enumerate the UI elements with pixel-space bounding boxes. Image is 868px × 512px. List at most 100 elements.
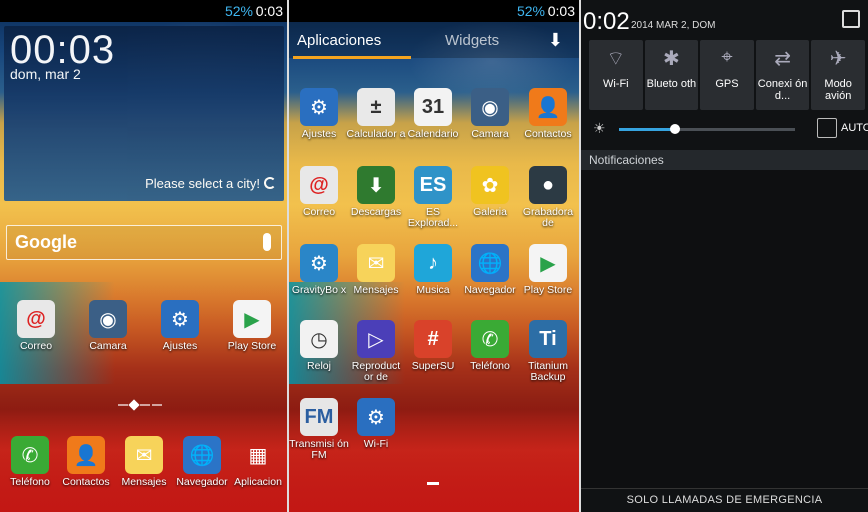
status-clock: 0:03 xyxy=(547,3,575,19)
app-label: Reproduct or de xyxy=(351,360,401,383)
app-transmisi-n-fm[interactable]: FM Transmisi ón FM xyxy=(289,398,349,461)
quick-toggle-data-connection[interactable]: ⇄ Conexi ón d... xyxy=(755,40,810,110)
app-titanium-backup[interactable]: Ti Titanium Backup xyxy=(518,320,578,383)
app-label: GravityBo x xyxy=(291,284,347,296)
app-label: Ajustes xyxy=(162,340,198,352)
app-camara[interactable]: ◉ Camara xyxy=(460,88,520,140)
app-tel-fono[interactable]: ✆ Teléfono xyxy=(0,436,60,488)
app-calendario[interactable]: 31 Calendario xyxy=(403,88,463,140)
city-prompt[interactable]: Please select a city! xyxy=(145,176,276,191)
quick-toggle-gps[interactable]: ⌖ GPS xyxy=(700,40,754,110)
app-calculador-a[interactable]: ± Calculador a xyxy=(346,88,406,140)
app-label: Aplicacion xyxy=(234,476,282,488)
app-label: Navegador xyxy=(464,284,516,296)
settings-gear-icon: ⚙ xyxy=(161,300,199,338)
email-icon: @ xyxy=(17,300,55,338)
es-explorer-icon: ES xyxy=(414,166,452,204)
download-icon[interactable]: ⬇ xyxy=(548,30,563,51)
wifi-icon: ⌔ xyxy=(606,48,626,70)
brightness-knob[interactable] xyxy=(670,124,681,134)
play-store-icon: ▶ xyxy=(529,244,567,282)
gravitybox-icon: ⚙ xyxy=(300,244,338,282)
app-mensajes[interactable]: ✉ Mensajes xyxy=(114,436,174,488)
quick-toggle-airplane[interactable]: ✈ Modo avión xyxy=(811,40,865,110)
tab-widgets[interactable]: Widgets xyxy=(445,32,499,49)
microphone-icon[interactable] xyxy=(263,233,271,251)
calendar-icon: 31 xyxy=(414,88,452,126)
app-label: Camara xyxy=(89,340,127,352)
app-label: Transmisi ón FM xyxy=(289,438,349,461)
contacts-icon: 👤 xyxy=(529,88,567,126)
notifications-header: Notificaciones xyxy=(581,150,868,170)
status-bar: 52% 0:03 xyxy=(289,0,579,22)
shade-time: 0:02 xyxy=(583,8,630,35)
app-play-store[interactable]: ▶ Play Store xyxy=(222,300,282,352)
user-icon[interactable] xyxy=(842,10,860,28)
app-reloj[interactable]: ◷ Reloj xyxy=(289,320,349,372)
data-connection-icon: ⇄ xyxy=(774,48,791,70)
quick-toggle-wifi[interactable]: ⌔ Wi-Fi xyxy=(589,40,643,110)
fm-radio-icon: FM xyxy=(300,398,338,436)
google-search-bar[interactable]: Google xyxy=(6,225,282,260)
app-musica[interactable]: ♪ Musica xyxy=(403,244,463,296)
app-label: SuperSU xyxy=(411,360,455,372)
settings-gear-icon: ⚙ xyxy=(300,88,338,126)
battery-level: 52% xyxy=(224,3,253,19)
downloads-icon: ⬇ xyxy=(357,166,395,204)
app-tel-fono[interactable]: ✆ Teléfono xyxy=(460,320,520,372)
app-correo[interactable]: @ Correo xyxy=(289,166,349,218)
app-label: Mensajes xyxy=(121,476,167,488)
notification-shade: 0:02 2014 MAR 2, DOM ⌔ Wi-Fi ✱ Blueto oth ⌖ G… xyxy=(581,0,868,512)
app-label: ES Explorad... xyxy=(407,206,459,229)
app-label: Wi-Fi xyxy=(363,438,389,450)
music-icon: ♪ xyxy=(414,244,452,282)
emergency-calls-only: SOLO LLAMADAS DE EMERGENCIA xyxy=(581,488,868,512)
refresh-icon[interactable] xyxy=(264,177,276,189)
quick-settings-row: ⌔ Wi-Fi ✱ Blueto oth ⌖ GPS ⇄ Conexi ón d... ✈ Mod… xyxy=(589,40,865,110)
auto-brightness-checkbox[interactable] xyxy=(817,118,837,138)
app-galeria[interactable]: ✿ Galeria xyxy=(460,166,520,218)
app-label: Calculador a xyxy=(346,128,406,140)
email-icon: @ xyxy=(300,166,338,204)
app-label: Correo xyxy=(302,206,336,218)
toggle-label: Wi-Fi xyxy=(602,78,629,90)
app-descargas[interactable]: ⬇ Descargas xyxy=(346,166,406,218)
messages-icon: ✉ xyxy=(357,244,395,282)
titanium-backup-icon: Ti xyxy=(529,320,567,358)
supersu-icon: # xyxy=(414,320,452,358)
app-play-store[interactable]: ▶ Play Store xyxy=(518,244,578,296)
clock-weather-widget[interactable]: 00:03 dom, mar 2 Please select a city! xyxy=(4,26,284,201)
contacts-icon: 👤 xyxy=(67,436,105,474)
app-aplicacion[interactable]: ▦ Aplicacion xyxy=(228,436,287,488)
app-camara[interactable]: ◉ Camara xyxy=(78,300,138,352)
app-navegador[interactable]: 🌐 Navegador xyxy=(460,244,520,296)
shade-date: 2014 MAR 2, DOM xyxy=(631,20,716,31)
brightness-slider[interactable] xyxy=(619,124,795,134)
app-grabadora-de[interactable]: ● Grabadora de xyxy=(518,166,578,229)
notifications-area xyxy=(581,170,868,488)
gps-icon: ⌖ xyxy=(721,46,733,68)
app-wi-fi[interactable]: ⚙ Wi-Fi xyxy=(346,398,406,450)
toggle-label: GPS xyxy=(715,78,739,90)
app-ajustes[interactable]: ⚙ Ajustes xyxy=(150,300,210,352)
app-navegador[interactable]: 🌐 Navegador xyxy=(172,436,232,488)
app-mensajes[interactable]: ✉ Mensajes xyxy=(346,244,406,296)
app-supersu[interactable]: # SuperSU xyxy=(403,320,463,372)
app-gravitybo-x[interactable]: ⚙ GravityBo x xyxy=(289,244,349,296)
tab-applications[interactable]: Aplicaciones xyxy=(297,32,381,49)
app-correo[interactable]: @ Correo xyxy=(6,300,66,352)
app-contactos[interactable]: 👤 Contactos xyxy=(518,88,578,140)
app-reproduct-or-de[interactable]: ▷ Reproduct or de xyxy=(346,320,406,383)
phone-icon: ✆ xyxy=(471,320,509,358)
app-ajustes[interactable]: ⚙ Ajustes xyxy=(289,88,349,140)
toggle-label: Blueto oth xyxy=(646,78,697,90)
quick-toggle-bluetooth[interactable]: ✱ Blueto oth xyxy=(644,40,699,110)
camera-icon: ◉ xyxy=(89,300,127,338)
app-label: Teléfono xyxy=(10,476,50,488)
app-label: Ajustes xyxy=(301,128,337,140)
app-contactos[interactable]: 👤 Contactos xyxy=(56,436,116,488)
brightness-control: ☀ AUTO xyxy=(589,118,868,140)
home-screen: 52% 0:03 00:03 dom, mar 2 Please select … xyxy=(0,0,287,512)
app-label: Titanium Backup xyxy=(528,360,568,383)
app-es-explorad-[interactable]: ES ES Explorad... xyxy=(403,166,463,229)
